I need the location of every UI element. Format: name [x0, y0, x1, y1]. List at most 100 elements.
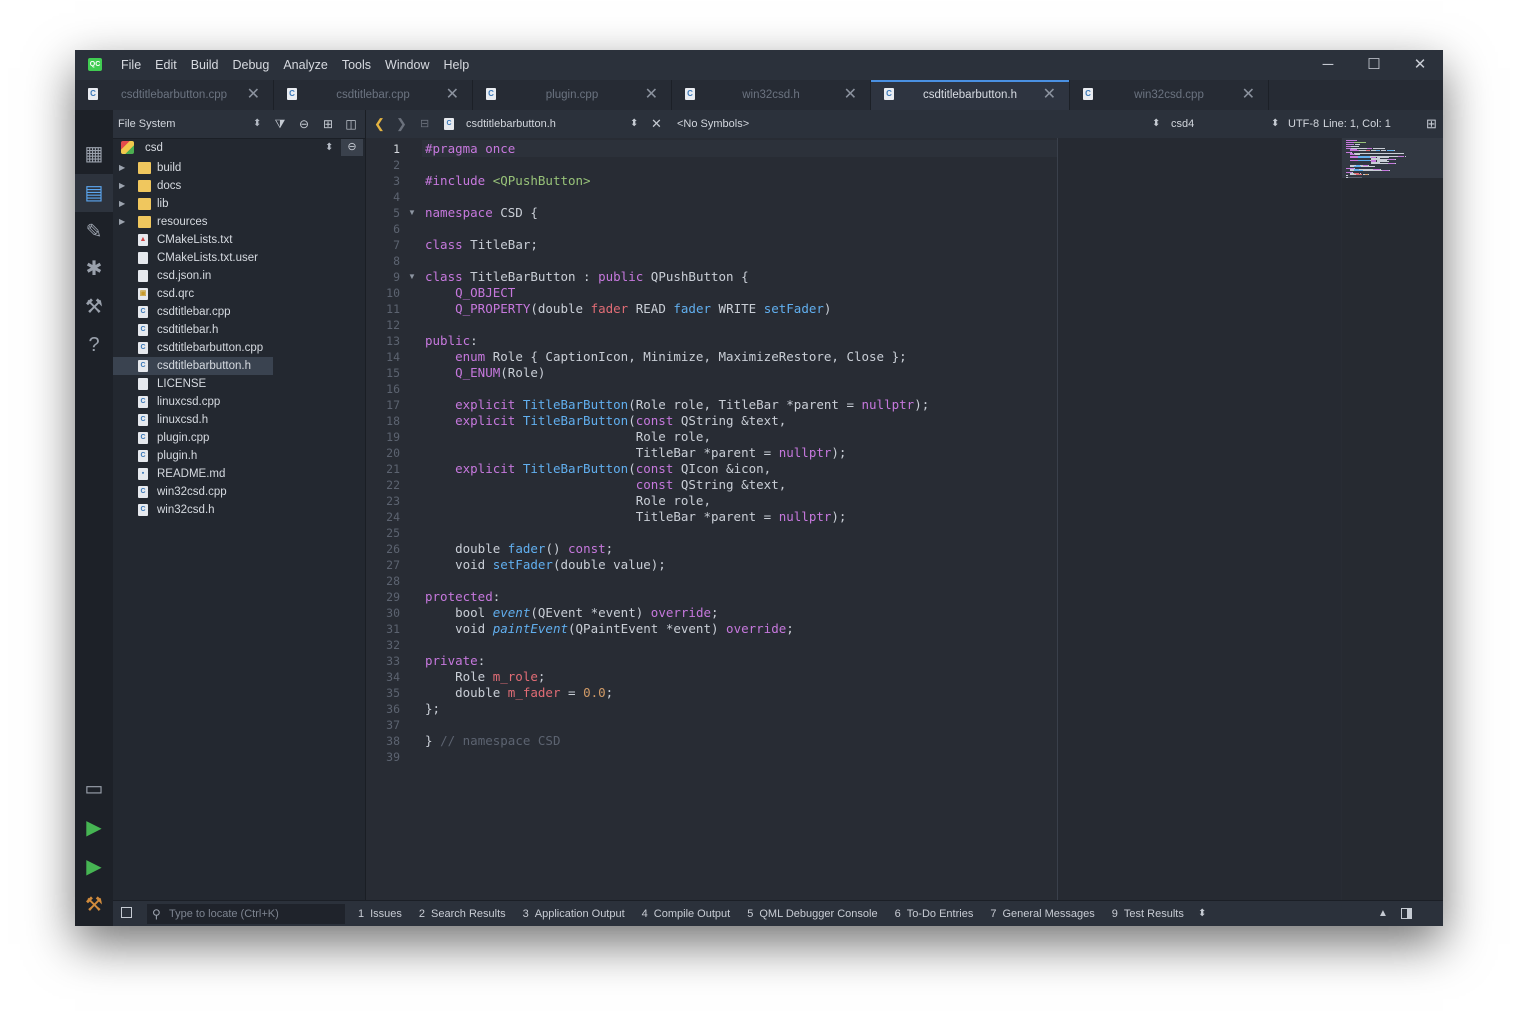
- menu-item-analyze[interactable]: Analyze: [283, 50, 327, 80]
- tree-item[interactable]: csd.json.in: [113, 267, 365, 285]
- split-editor-icon[interactable]: ⊞: [1426, 110, 1437, 138]
- toggle-sidebar-icon[interactable]: [121, 907, 132, 918]
- menu-item-build[interactable]: Build: [191, 50, 219, 80]
- filter-icon[interactable]: ⧩: [269, 110, 291, 138]
- output-tab[interactable]: 7 General Messages: [990, 901, 1094, 926]
- tree-item[interactable]: Ccsdtitlebarbutton.h: [113, 357, 273, 375]
- editor-tab[interactable]: Ccsdtitlebar.cpp ✕: [274, 80, 473, 110]
- output-tab[interactable]: 3 Application Output: [523, 901, 625, 926]
- maximize-pane-icon[interactable]: ▲: [1378, 901, 1388, 926]
- tree-item[interactable]: Cplugin.h: [113, 447, 365, 465]
- selector-arrows-icon[interactable]: ⬍: [253, 110, 261, 138]
- editor-tab[interactable]: Cwin32csd.cpp ✕: [1070, 80, 1269, 110]
- output-tab[interactable]: 2 Search Results: [419, 901, 506, 926]
- editor-tab[interactable]: Ccsdtitlebarbutton.h ✕: [871, 80, 1070, 110]
- menu-item-edit[interactable]: Edit: [155, 50, 177, 80]
- open-document-selector[interactable]: csdtitlebarbutton.h: [466, 110, 556, 139]
- maximize-icon[interactable]: ☐: [1351, 50, 1397, 80]
- output-tab[interactable]: 9 Test Results: [1112, 901, 1184, 926]
- line-number: 6: [393, 222, 400, 236]
- run-icon[interactable]: ▶: [75, 809, 113, 847]
- fold-arrow-icon[interactable]: ▼: [408, 269, 416, 285]
- tree-item[interactable]: ▶ lib: [113, 195, 365, 213]
- toggle-right-sidebar-icon[interactable]: [1401, 908, 1412, 919]
- output-tab[interactable]: 5 QML Debugger Console: [747, 901, 877, 926]
- split-icon[interactable]: ⊞: [317, 110, 339, 138]
- output-tab[interactable]: 1 Issues: [358, 901, 402, 926]
- root-selector-arrows-icon[interactable]: ⬍: [325, 138, 333, 158]
- tree-item[interactable]: ▲ CMakeLists.txt: [113, 231, 365, 249]
- close-icon[interactable]: ✕: [1397, 50, 1443, 80]
- kit-selector[interactable]: csd4: [1171, 110, 1194, 139]
- close-tab-icon[interactable]: ✕: [247, 80, 260, 110]
- expand-arrow-icon[interactable]: ▶: [119, 195, 125, 213]
- link-icon[interactable]: ⊖: [293, 110, 315, 138]
- tree-item[interactable]: ▶ build: [113, 159, 365, 177]
- debug-run-icon[interactable]: ▶: [75, 848, 113, 886]
- tree-item[interactable]: Cwin32csd.cpp: [113, 483, 365, 501]
- panel-selector[interactable]: File System: [118, 110, 175, 139]
- tree-item[interactable]: Cwin32csd.h: [113, 501, 365, 519]
- fold-arrow-icon[interactable]: ▼: [408, 205, 416, 221]
- minimap-line: [1373, 148, 1385, 149]
- tree-item[interactable]: Ccsdtitlebarbutton.cpp: [113, 339, 365, 357]
- tree-item[interactable]: CMakeLists.txt.user: [113, 249, 365, 267]
- code-editor[interactable]: 1 2 3 4 5 ▼ 6 7 8 9 ▼ 10 11 12 13 14 15 16 17 18 19 20 21 22 23 2…: [366, 138, 1443, 900]
- close-document-icon[interactable]: ✕: [651, 110, 662, 138]
- edit-mode-icon[interactable]: ▤: [75, 174, 113, 212]
- debug-bug-icon[interactable]: ✱: [75, 250, 113, 288]
- build-hammer-icon[interactable]: ⚒: [75, 886, 113, 924]
- editor-tab[interactable]: Cplugin.cpp ✕: [473, 80, 672, 110]
- locator-input[interactable]: [169, 904, 339, 924]
- tree-item[interactable]: LICENSE: [113, 375, 365, 393]
- forward-arrow-icon[interactable]: ❯: [396, 110, 407, 138]
- design-pencil-icon[interactable]: ✎: [75, 213, 113, 251]
- close-tab-icon[interactable]: ✕: [1043, 80, 1056, 110]
- minimap[interactable]: [1342, 138, 1443, 900]
- symbols-arrows-icon[interactable]: ⬍: [1152, 110, 1160, 138]
- tree-item[interactable]: ▪ README.md: [113, 465, 365, 483]
- minimize-icon[interactable]: ─: [1305, 50, 1351, 80]
- editor-tab[interactable]: Ccsdtitlebarbutton.cpp ✕: [75, 80, 274, 110]
- encoding-label[interactable]: UTF-8: [1288, 110, 1319, 139]
- tree-root[interactable]: csd ⬍ ⊖: [113, 138, 365, 158]
- tree-item[interactable]: ▶ docs: [113, 177, 365, 195]
- document-selector-arrows-icon[interactable]: ⬍: [630, 110, 638, 138]
- editor-tab[interactable]: Cwin32csd.h ✕: [672, 80, 871, 110]
- target-monitor-icon[interactable]: ▭: [75, 770, 113, 808]
- menu-item-tools[interactable]: Tools: [342, 50, 371, 80]
- expand-arrow-icon[interactable]: ▶: [119, 177, 125, 195]
- close-tab-icon[interactable]: ✕: [844, 80, 857, 110]
- tree-item[interactable]: Ccsdtitlebar.h: [113, 321, 365, 339]
- minimap-line: [1365, 150, 1371, 151]
- symbols-selector[interactable]: <No Symbols>: [677, 110, 749, 139]
- tree-item[interactable]: Clinuxcsd.cpp: [113, 393, 365, 411]
- tree-item[interactable]: Cplugin.cpp: [113, 429, 365, 447]
- welcome-grid-icon[interactable]: ▦: [75, 135, 113, 173]
- code-token: #pragma once: [425, 141, 516, 156]
- menu-item-file[interactable]: File: [121, 50, 141, 80]
- menu-item-help[interactable]: Help: [443, 50, 469, 80]
- output-tab[interactable]: 4 Compile Output: [642, 901, 731, 926]
- menu-item-window[interactable]: Window: [385, 50, 429, 80]
- menu-item-debug[interactable]: Debug: [233, 50, 270, 80]
- tree-item[interactable]: Clinuxcsd.h: [113, 411, 365, 429]
- close-tab-icon[interactable]: ✕: [1242, 80, 1255, 110]
- tree-item[interactable]: Ccsdtitlebar.cpp: [113, 303, 365, 321]
- help-icon[interactable]: ?: [75, 326, 113, 364]
- projects-wrench-icon[interactable]: ⚒: [75, 288, 113, 326]
- expand-arrow-icon[interactable]: ▶: [119, 159, 125, 177]
- tree-item[interactable]: ▶ resources: [113, 213, 365, 231]
- more-tabs-arrows-icon[interactable]: ⬍: [1198, 901, 1206, 926]
- kit-arrows-icon[interactable]: ⬍: [1271, 110, 1279, 138]
- cursor-position[interactable]: Line: 1, Col: 1: [1323, 110, 1391, 139]
- expand-arrow-icon[interactable]: ▶: [119, 213, 125, 231]
- tree-item[interactable]: ▣ csd.qrc: [113, 285, 365, 303]
- file-icon: C: [138, 414, 148, 426]
- close-tab-icon[interactable]: ✕: [645, 80, 658, 110]
- sync-link-icon[interactable]: ⊖: [341, 139, 363, 156]
- back-arrow-icon[interactable]: ❮: [374, 110, 385, 138]
- close-tab-icon[interactable]: ✕: [446, 80, 459, 110]
- close-panel-icon[interactable]: ◫: [340, 110, 362, 138]
- output-tab[interactable]: 6 To-Do Entries: [895, 901, 974, 926]
